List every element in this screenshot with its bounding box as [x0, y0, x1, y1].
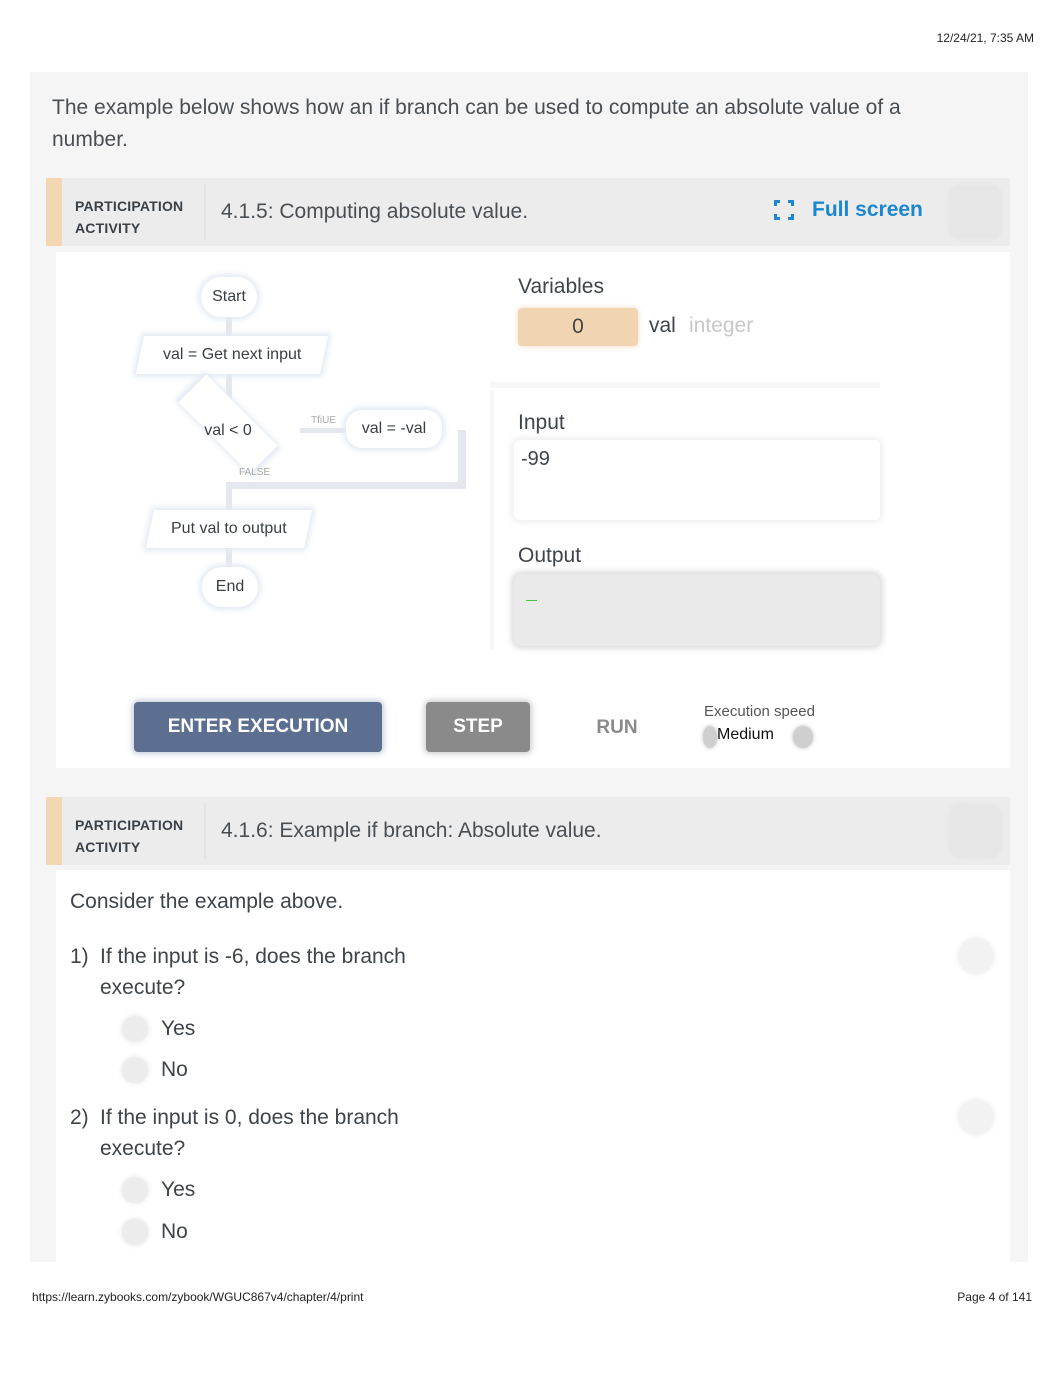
completion-chevron-icon[interactable]	[950, 186, 1000, 238]
activity-title: 4.1.5: Computing absolute value.	[221, 200, 529, 223]
variable-name: val	[649, 314, 676, 337]
radio-button[interactable]	[122, 1057, 148, 1083]
step-button[interactable]: STEP	[426, 702, 530, 752]
radio-button[interactable]	[122, 1177, 148, 1203]
false-branch-label: FALSE	[239, 467, 271, 478]
input-node-label: val = Get next input	[162, 346, 302, 363]
input-heading: Input	[518, 411, 565, 434]
run-button[interactable]: RUN	[580, 708, 654, 748]
enter-execution-button[interactable]: ENTER EXECUTION	[134, 702, 382, 752]
action-node-label: val = -val	[361, 420, 427, 437]
input-textarea[interactable]: -99	[514, 440, 880, 520]
question-1-option-no[interactable]: No	[122, 1057, 188, 1083]
output-heading: Output	[518, 544, 582, 567]
flow-connector-false	[226, 482, 466, 489]
label-line-1: PARTICIPATION	[75, 198, 184, 214]
question-1-option-yes[interactable]: Yes	[122, 1016, 195, 1042]
output-cursor	[526, 600, 537, 601]
completion-chevron-icon[interactable]	[950, 805, 1000, 857]
flowchart-input-node: val = Get next input	[135, 336, 329, 374]
activity-accent-bar	[46, 178, 62, 246]
print-footer-page-number: Page 4 of 141	[957, 1290, 1032, 1304]
option-label: No	[161, 1058, 188, 1081]
speed-decrease-icon[interactable]	[703, 726, 717, 748]
question-number: 2)	[70, 1106, 89, 1129]
output-node-label: Put val to output	[171, 520, 287, 537]
panel-divider	[490, 382, 880, 388]
label-line-1: PARTICIPATION	[75, 817, 184, 833]
participation-activity-label: PARTICIPATION ACTIVITY	[75, 814, 183, 858]
flowchart-action-node: val = -val	[346, 410, 442, 448]
question-status-icon	[958, 938, 994, 974]
header-divider	[204, 184, 206, 240]
question-status-icon	[958, 1099, 994, 1135]
intro-paragraph: The example below shows how an if branch…	[52, 96, 901, 151]
flowchart-output-node: Put val to output	[145, 510, 313, 548]
question-2-option-yes[interactable]: Yes	[122, 1177, 195, 1203]
flowchart-start-node: Start	[201, 277, 257, 317]
question-text: If the input is -6, does the branch exec…	[100, 945, 406, 999]
execution-speed-label: Execution speed	[704, 703, 815, 720]
flow-connector	[458, 430, 466, 486]
fullscreen-label: Full screen	[812, 198, 923, 221]
label-line-2: ACTIVITY	[75, 220, 141, 236]
decision-label-wrap: val < 0	[148, 402, 308, 460]
flowchart-decision-node: val < 0	[148, 374, 308, 474]
label-line-2: ACTIVITY	[75, 839, 141, 855]
speed-increase-icon[interactable]	[793, 726, 813, 748]
true-branch-label: TfiUE	[311, 415, 336, 426]
end-label: End	[215, 578, 245, 595]
decision-label: val < 0	[204, 422, 252, 439]
participation-activity-label: PARTICIPATION ACTIVITY	[75, 195, 183, 239]
question-2-option-no[interactable]: No	[122, 1219, 188, 1245]
activity-body-questions	[56, 870, 1010, 1262]
option-label: Yes	[161, 1017, 196, 1040]
start-label: Start	[212, 288, 246, 305]
questions-intro: Consider the example above.	[70, 890, 344, 913]
variable-value-box: 0	[518, 308, 638, 346]
panel-edge	[490, 390, 494, 650]
execution-speed-value[interactable]: Medium	[717, 726, 774, 744]
flow-connector	[226, 316, 232, 336]
radio-button[interactable]	[122, 1219, 148, 1245]
fullscreen-icon	[774, 200, 794, 220]
option-label: No	[161, 1220, 188, 1243]
fullscreen-button[interactable]: Full screen	[774, 198, 923, 222]
output-console	[514, 574, 880, 646]
question-number: 1)	[70, 945, 89, 968]
variable-type: integer	[689, 314, 754, 337]
activity-accent-bar	[46, 797, 62, 865]
header-divider	[204, 803, 206, 859]
flowchart-end-node: End	[202, 567, 258, 607]
print-header-datetime: 12/24/21, 7:35 AM	[936, 31, 1034, 45]
radio-button[interactable]	[122, 1016, 148, 1042]
activity-header-4-1-6: PARTICIPATION ACTIVITY 4.1.6: Example if…	[46, 797, 1010, 865]
variables-heading: Variables	[518, 275, 604, 298]
variable-value: 0	[572, 315, 584, 338]
question-text: If the input is 0, does the branch execu…	[100, 1106, 399, 1160]
print-footer-url: https://learn.zybooks.com/zybook/WGUC867…	[32, 1290, 364, 1304]
flow-connector	[226, 482, 232, 512]
activity-header-4-1-5: PARTICIPATION ACTIVITY 4.1.5: Computing …	[46, 178, 1010, 246]
activity-title: 4.1.6: Example if branch: Absolute value…	[221, 819, 602, 842]
option-label: Yes	[161, 1178, 196, 1201]
